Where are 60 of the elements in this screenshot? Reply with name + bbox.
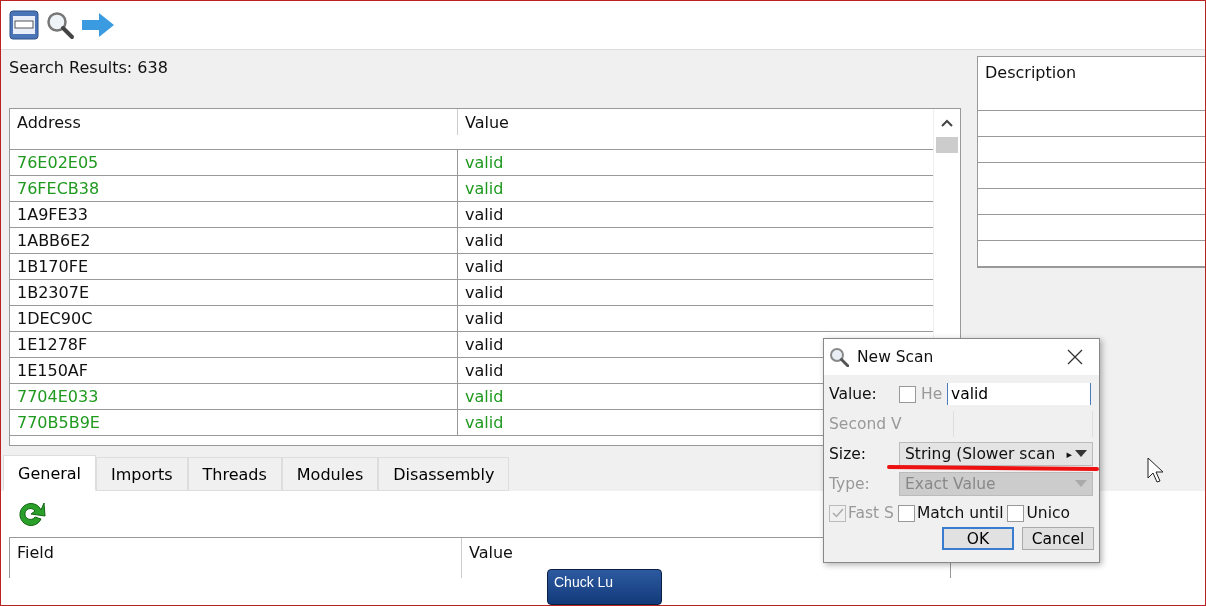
address-cell[interactable]: 76FECB38 <box>10 176 458 201</box>
tab[interactable]: Modules <box>281 457 379 491</box>
checkbox-label: Fast S <box>848 504 894 522</box>
field-label: Type: <box>829 475 871 493</box>
window-icon[interactable] <box>9 10 39 40</box>
value-cell[interactable]: valid <box>458 205 504 224</box>
column-header[interactable]: Value <box>458 112 509 132</box>
dialog-button[interactable]: OK <box>942 527 1014 550</box>
dialog-title: New Scan <box>857 348 934 366</box>
column-header[interactable]: Field <box>10 538 462 578</box>
address-cell[interactable]: 1A9FE33 <box>10 202 458 227</box>
address-cell[interactable]: 1B2307E <box>10 280 458 305</box>
value-cell[interactable]: valid <box>458 231 504 250</box>
address-cell[interactable]: 1E150AF <box>10 358 458 383</box>
tab[interactable]: Imports <box>96 457 188 491</box>
checkbox[interactable] <box>897 504 915 522</box>
checkbox-label: Match until <box>916 504 1004 522</box>
search-icon[interactable] <box>45 10 75 40</box>
address-cell[interactable]: 1ABB6E2 <box>10 228 458 253</box>
taskbar-button[interactable]: Chuck Lu <box>547 569 662 605</box>
value-cell[interactable]: valid <box>458 387 504 406</box>
address-cell[interactable]: 1E1278F <box>10 332 458 357</box>
column-header[interactable]: Address <box>10 109 458 135</box>
checkbox-label: Unico <box>1026 504 1070 522</box>
value-cell[interactable]: valid <box>458 361 504 380</box>
value-cell[interactable]: valid <box>458 335 504 354</box>
field-label: Second V <box>829 415 903 433</box>
address-cell[interactable]: 1DEC90C <box>10 306 458 331</box>
value-cell[interactable]: valid <box>458 309 504 328</box>
cursor-icon <box>1147 457 1165 483</box>
value-cell[interactable]: valid <box>458 283 504 302</box>
column-header[interactable]: Value <box>462 538 520 567</box>
tab[interactable]: Disassembly <box>378 457 510 491</box>
dropdown-arrow-icon <box>1075 480 1087 488</box>
tab[interactable]: Threads <box>187 457 282 491</box>
size-dropdown[interactable]: String (Slower scan ▸ <box>899 442 1093 466</box>
scroll-up-icon[interactable] <box>941 119 953 127</box>
scroll-thumb[interactable] <box>936 137 958 153</box>
value-cell[interactable]: valid <box>458 153 504 172</box>
checkbox[interactable] <box>1007 504 1025 522</box>
column-header[interactable]: Description <box>978 57 1205 111</box>
address-cell[interactable]: 770B5B9E <box>10 410 458 435</box>
address-cell[interactable]: 1B170FE <box>10 254 458 279</box>
search-icon <box>829 347 849 367</box>
value-cell[interactable]: valid <box>458 413 504 432</box>
dropdown-arrow-icon <box>1075 450 1087 458</box>
field-label: Value: <box>829 385 878 403</box>
value-input[interactable]: valid <box>947 383 1091 405</box>
search-results-count: Search Results: 638 <box>9 58 169 79</box>
arrow-right-icon[interactable] <box>81 12 115 38</box>
field-label: Size: <box>829 445 868 463</box>
value-cell[interactable]: valid <box>458 179 504 198</box>
checkbox-label: He <box>921 385 944 403</box>
tab[interactable]: General <box>3 455 97 491</box>
value-cell[interactable]: valid <box>458 257 504 276</box>
checkbox[interactable] <box>899 385 916 403</box>
close-icon[interactable] <box>1067 349 1083 365</box>
dialog-button[interactable]: Cancel <box>1022 527 1094 550</box>
address-cell[interactable]: 76E02E05 <box>10 150 458 175</box>
address-cell[interactable]: 7704E033 <box>10 384 458 409</box>
